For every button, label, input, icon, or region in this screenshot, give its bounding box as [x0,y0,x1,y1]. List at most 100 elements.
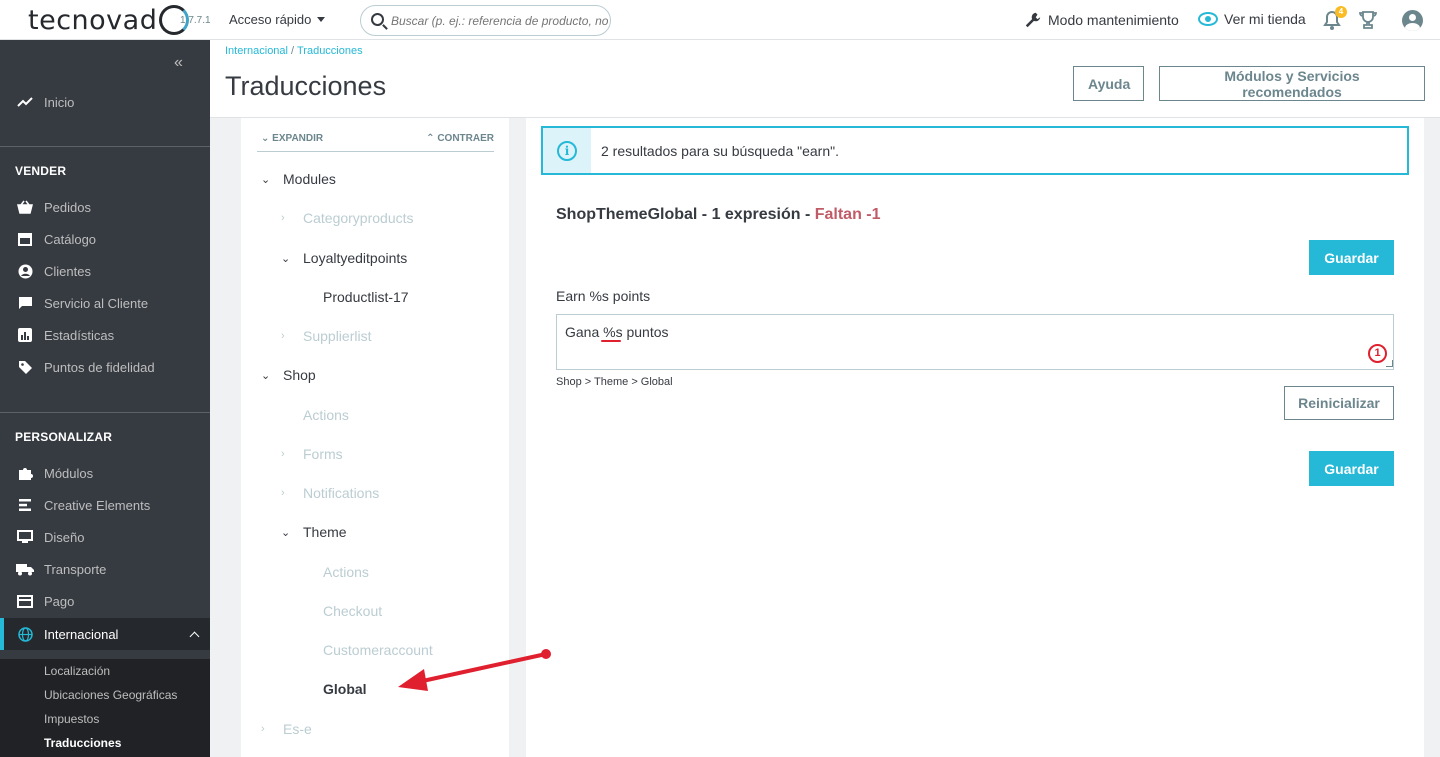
subnav-traducciones[interactable]: Traducciones [44,736,121,750]
page-header: Internacional / Traducciones Traduccione… [210,40,1440,118]
sidebar-item-transporte[interactable]: Transporte [0,554,210,584]
chevron-up-icon [189,631,200,641]
sidebar-item-label: Estadísticas [44,327,115,343]
basket-icon [16,200,34,214]
reset-button[interactable]: Reinicializar [1284,386,1394,420]
translation-textarea[interactable] [556,314,1394,370]
quick-access-label: Acceso rápido [229,12,312,27]
tree-node-supplierlist[interactable]: › Supplierlist [281,328,371,344]
search-box [360,5,611,36]
search-input[interactable] [391,13,610,28]
expand-all-button[interactable]: ⌄ EXPANDIR [261,133,323,144]
char-counter-badge: 1 [1368,344,1387,363]
chevron-down-icon: ⌄ [261,173,271,186]
save-button-bottom[interactable]: Guardar [1309,451,1394,486]
version-label: 1.7.7.1 [180,15,211,26]
chevron-down-icon: ⌄ [281,526,291,539]
translations-panel: i 2 resultados para su búsqueda "earn". … [526,118,1424,757]
globe-icon [16,626,34,642]
annotation-arrow-icon [398,649,551,691]
sidebar-item-creative-elements[interactable]: Creative Elements [0,490,210,520]
spellcheck-underline [601,340,621,342]
puzzle-icon [16,465,34,481]
tree-node-loyaltyeditpoints[interactable]: ⌄ Loyaltyeditpoints [281,250,407,266]
tree-node-modules[interactable]: ⌄ Modules [261,171,336,187]
breadcrumb-traducciones[interactable]: Traducciones [297,45,363,57]
sidebar-divider [0,146,210,147]
collapse-all-button[interactable]: ⌃ CONTRAER [426,133,494,144]
view-store-link[interactable]: Ver mi tienda [1198,11,1306,27]
page-title: Traducciones [225,71,387,101]
resize-handle-icon[interactable] [1386,360,1393,367]
sidebar: « Inicio VENDER Pedidos Catálogo Cliente… [0,40,210,757]
tree-node-forms[interactable]: › Forms [281,446,343,462]
user-avatar-icon[interactable] [1402,10,1423,31]
sidebar-item-catalogo[interactable]: Catálogo [0,224,210,254]
chevron-right-icon: › [281,448,285,460]
tag-icon [16,360,34,375]
eye-icon [1198,12,1218,26]
breadcrumb-internacional[interactable]: Internacional [225,45,288,57]
chat-icon [16,296,34,310]
subnav-localizacion[interactable]: Localización [44,664,110,678]
source-string-label: Earn %s points [556,288,651,304]
sidebar-item-pago[interactable]: Pago [0,586,210,616]
logo-text: tecnovad [28,4,158,36]
shop-logo[interactable]: tecnovad [28,4,190,36]
subnav-ubicaciones[interactable]: Ubicaciones Geográficas [44,688,177,702]
caret-down-icon [317,17,326,22]
bar-chart-icon [16,328,34,342]
sidebar-item-clientes[interactable]: Clientes [0,256,210,286]
sidebar-item-internacional[interactable]: Internacional [0,618,210,650]
search-icon[interactable] [371,13,384,26]
credit-card-icon [16,594,34,608]
subnav-impuestos[interactable]: Impuestos [44,712,99,726]
save-button-top[interactable]: Guardar [1309,240,1394,275]
truck-icon [16,562,34,576]
chevron-down-icon: ⌄ [261,369,271,382]
chevron-right-icon: › [261,723,265,735]
tree-controls: ⌄ EXPANDIR ⌃ CONTRAER [257,128,494,152]
help-button[interactable]: Ayuda [1073,66,1144,101]
tree-node-theme[interactable]: ⌄ Theme [281,524,347,540]
quick-access-dropdown[interactable]: Acceso rápido [229,12,326,27]
tree-node-productlist[interactable]: Productlist-17 [323,289,409,305]
maintenance-link[interactable]: Modo mantenimiento [1024,11,1179,29]
chevron-right-icon: › [281,212,285,224]
view-store-label: Ver mi tienda [1224,11,1306,27]
sidebar-item-puntos[interactable]: Puntos de fidelidad [0,352,210,382]
notifications-badge: 4 [1335,6,1347,18]
top-header: tecnovad 1.7.7.1 Acceso rápido Modo mant… [0,0,1440,40]
tree-node-checkout[interactable]: Checkout [323,603,382,619]
sidebar-item-label: Pago [44,593,75,609]
breadcrumb: Internacional / Traducciones [225,45,363,57]
tree-node-notifications[interactable]: › Notifications [281,485,379,501]
domain-title-text: ShopThemeGlobal - 1 expresión - [556,206,815,223]
collapse-sidebar-icon[interactable]: « [174,54,183,72]
sidebar-item-inicio[interactable]: Inicio [0,87,210,117]
section-title-personalizar: PERSONALIZAR [15,430,113,444]
chevron-right-icon: › [281,487,285,499]
trophy-icon[interactable] [1358,10,1378,30]
missing-count: Faltan -1 [814,206,881,223]
sidebar-item-modulos[interactable]: Módulos [0,458,210,488]
store-icon [16,232,34,246]
sidebar-item-label: Módulos [44,465,94,481]
recommended-modules-button[interactable]: Módulos y Servicios recomendados [1159,66,1425,101]
tree-node-shop-actions[interactable]: Actions [303,407,349,423]
sidebar-item-pedidos[interactable]: Pedidos [0,192,210,222]
sidebar-item-estadisticas[interactable]: Estadísticas [0,320,210,350]
tree-node-es-e[interactable]: › Es-e [261,721,312,737]
tree-node-theme-actions[interactable]: Actions [323,564,369,580]
creative-elements-icon [16,498,34,512]
sidebar-item-label: Puntos de fidelidad [44,359,155,375]
tree-node-categoryproducts[interactable]: › Categoryproducts [281,210,414,226]
sidebar-item-label: Inicio [44,94,75,110]
sidebar-item-label: Clientes [44,263,91,279]
sidebar-item-servicio[interactable]: Servicio al Cliente [0,288,210,318]
section-title-vender: VENDER [15,164,67,178]
sidebar-item-diseno[interactable]: Diseño [0,522,210,552]
tree-node-shop[interactable]: ⌄ Shop [261,367,316,383]
sidebar-item-label: Servicio al Cliente [44,295,149,311]
tree-node-global[interactable]: Global [323,681,367,697]
